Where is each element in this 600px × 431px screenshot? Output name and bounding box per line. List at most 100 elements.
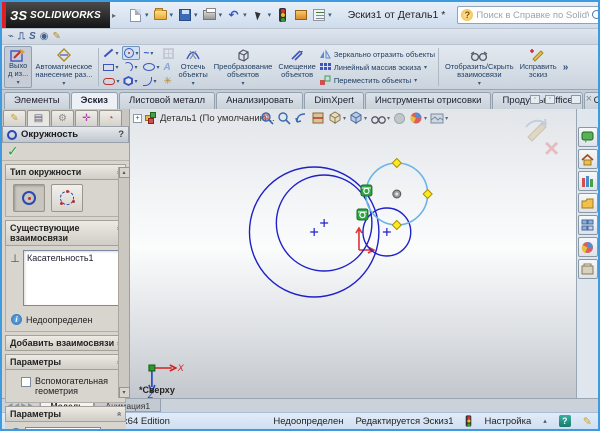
drag-handle-diamond[interactable]: [423, 190, 432, 199]
move-entities-button[interactable]: Переместить объекты ▾: [319, 74, 435, 86]
section-options[interactable]: Параметры «: [5, 354, 126, 370]
dropdown-caret-icon[interactable]: ▾: [364, 115, 367, 122]
scroll-up-icon[interactable]: ▴: [119, 167, 130, 178]
rotate-entities-icon[interactable]: ◉: [40, 31, 49, 42]
dropdown-caret-icon[interactable]: ▾: [414, 77, 417, 84]
dropdown-caret-icon[interactable]: ▾: [153, 78, 156, 85]
dropdown-caret-icon[interactable]: ▾: [135, 50, 138, 57]
displaymanager-tab[interactable]: ◔: [99, 110, 122, 126]
sketch-offset-icon[interactable]: ⎍: [18, 31, 25, 42]
customize-label[interactable]: Настройка: [484, 416, 531, 427]
dropdown-caret-icon[interactable]: ▾: [194, 11, 198, 19]
custom-properties-button[interactable]: [578, 259, 598, 279]
mirror-entities-button[interactable]: Зеркально отразить объекты: [319, 48, 435, 60]
quick-tips-icon[interactable]: ?: [559, 415, 571, 427]
dropdown-caret-icon[interactable]: ▾: [115, 50, 118, 57]
collapse-chevron-icon[interactable]: «: [114, 412, 124, 416]
modify-sketch-icon[interactable]: ✎: [52, 31, 60, 42]
dropdown-caret-icon[interactable]: ▾: [343, 115, 346, 122]
sketch-canvas[interactable]: X Z: [130, 109, 576, 398]
exit-sketch-button[interactable]: Выхо д из... ▾: [4, 46, 32, 88]
linear-pattern-button[interactable]: Линейный массив эскиза ▾: [319, 61, 435, 73]
view-settings-button[interactable]: [393, 112, 406, 125]
dropdown-caret-icon[interactable]: ▾: [387, 115, 390, 122]
search-icon[interactable]: [592, 10, 600, 21]
edit-appearance-button[interactable]: ▾: [409, 111, 427, 125]
dropdown-caret-icon[interactable]: ▾: [219, 11, 223, 19]
center-circle-button[interactable]: [13, 184, 45, 212]
toolbar-expand-icon[interactable]: ▸: [112, 11, 116, 20]
section-add-relations[interactable]: Добавить взаимосвязи «: [5, 335, 126, 351]
confirmation-corner-cancel-icon[interactable]: ×: [544, 135, 559, 161]
slot-tool[interactable]: ▾: [102, 74, 120, 88]
design-library-button[interactable]: [578, 171, 598, 191]
configurationmanager-tab[interactable]: ⚙: [51, 110, 74, 126]
open-button[interactable]: [152, 7, 169, 24]
dropdown-caret-icon[interactable]: ▾: [242, 80, 245, 88]
radius-input[interactable]: 24.06836912: [25, 427, 101, 431]
dropdown-caret-icon[interactable]: ▾: [192, 80, 195, 88]
tangent-relation-badge[interactable]: [361, 185, 372, 196]
pane-button-2[interactable]: ▫: [545, 95, 555, 104]
perimeter-circle-button[interactable]: [51, 184, 83, 212]
section-view-button[interactable]: [311, 111, 325, 125]
dropdown-caret-icon[interactable]: ▾: [115, 64, 118, 71]
display-style-button[interactable]: ▾: [349, 111, 367, 125]
relations-listbox[interactable]: Касательность1: [23, 250, 122, 306]
file-explorer-button[interactable]: [578, 193, 598, 213]
tree-root-label[interactable]: Деталь1 (По умолчанию...: [160, 113, 275, 124]
propertymanager-tab[interactable]: ▤: [27, 110, 50, 126]
tree-expand-icon[interactable]: +: [133, 114, 142, 123]
tab-sheet-metal[interactable]: Листовой металл: [119, 92, 215, 109]
dropdown-caret-icon[interactable]: ▾: [243, 11, 247, 19]
auto-dimension-button[interactable]: Автоматическое нанесение раз... ▾: [32, 46, 95, 88]
drag-handle-diamond[interactable]: [392, 221, 401, 230]
view-orientation-button[interactable]: ▾: [328, 111, 346, 125]
construction-geometry-row[interactable]: Вспомогательная геометрия: [9, 374, 122, 398]
section-existing-relations[interactable]: Существующие взаимосвязи «: [5, 220, 126, 246]
customize-caret-icon[interactable]: ▴: [543, 417, 547, 425]
zoom-to-fit-button[interactable]: [260, 111, 274, 125]
search-box[interactable]: ? Поиск в Справке по SolidWorks ▾: [457, 6, 600, 24]
dropdown-caret-icon[interactable]: ▾: [150, 50, 153, 57]
rectangle-tool[interactable]: ▾: [102, 60, 120, 74]
dropdown-caret-icon[interactable]: ▾: [17, 79, 20, 87]
ellipse-tool[interactable]: ▾: [142, 60, 160, 74]
print-button[interactable]: [201, 7, 218, 24]
appearances-scenes-button[interactable]: [578, 237, 598, 257]
dropdown-caret-icon[interactable]: ▾: [62, 80, 65, 88]
dropdown-caret-icon[interactable]: ▾: [478, 80, 481, 88]
repair-sketch-button[interactable]: Исправить эскиз: [517, 46, 560, 88]
dropdown-caret-icon[interactable]: ▾: [134, 64, 137, 71]
tab-sketch[interactable]: Эскиз: [71, 92, 118, 109]
tab-dimxpert[interactable]: DimXpert: [304, 92, 364, 109]
view-palette-button[interactable]: [578, 215, 598, 235]
doc-close-button[interactable]: ×: [586, 93, 592, 105]
arc-tool[interactable]: ▾: [122, 60, 140, 74]
fillet-tool[interactable]: ▾: [142, 74, 160, 88]
dropdown-caret-icon[interactable]: ▾: [424, 64, 427, 71]
previous-view-button[interactable]: [294, 111, 308, 125]
search-input[interactable]: Поиск в Справке по SolidWorks: [476, 10, 588, 21]
line-tool[interactable]: ▾: [102, 46, 120, 60]
hide-show-items-button[interactable]: ▾: [370, 112, 390, 125]
tab-evaluate[interactable]: Анализировать: [216, 92, 303, 109]
options-button[interactable]: [292, 7, 309, 24]
dropdown-caret-icon[interactable]: ▾: [328, 11, 332, 19]
graphics-area[interactable]: X Z + Деталь1 (По умолчанию... ▾: [130, 109, 576, 398]
tab-features[interactable]: Элементы: [4, 92, 70, 109]
center-point-mark[interactable]: [320, 219, 328, 227]
dropdown-caret-icon[interactable]: ▾: [170, 11, 174, 19]
circle-tool[interactable]: ▾: [122, 46, 140, 60]
file-properties-button[interactable]: [310, 7, 327, 24]
tab-sketch-ink[interactable]: Инструменты отрисовки: [365, 92, 492, 109]
offset-entities-button[interactable]: Смещение объектов: [275, 46, 319, 88]
home-button[interactable]: [578, 149, 598, 169]
apply-scene-button[interactable]: ▾: [430, 112, 448, 125]
section-parameters[interactable]: Параметры «: [5, 406, 126, 422]
dropdown-caret-icon[interactable]: ▾: [145, 11, 149, 19]
sketch-picture-tool[interactable]: [162, 46, 175, 60]
dropdown-caret-icon[interactable]: ▾: [268, 11, 272, 19]
undo-button[interactable]: ↶: [225, 7, 242, 24]
polygon-tool[interactable]: ▾: [122, 74, 140, 88]
